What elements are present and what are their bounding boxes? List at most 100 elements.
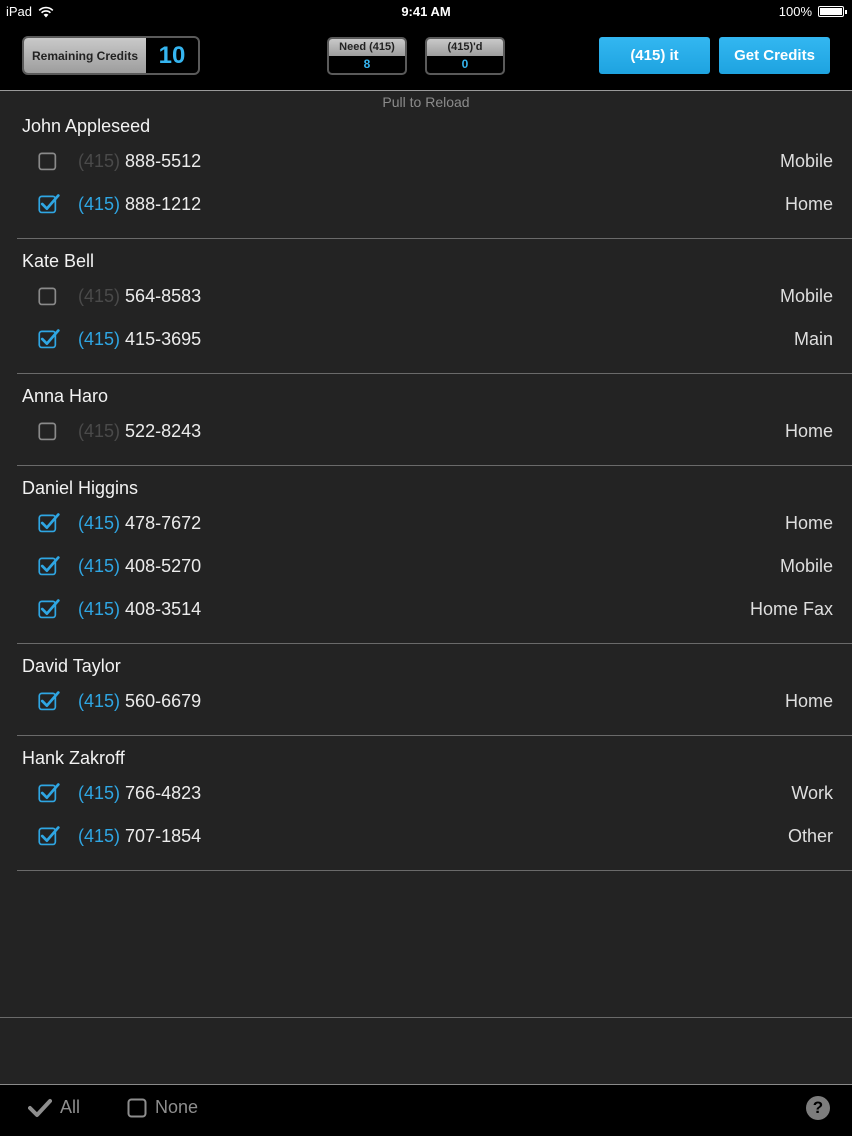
- phone-row[interactable]: (415) 415-3695 Main: [17, 318, 852, 361]
- 415-it-button[interactable]: (415) it: [599, 37, 710, 74]
- contact-name: Anna Haro: [22, 386, 109, 406]
- checked-checkbox-icon[interactable]: [38, 555, 60, 577]
- phone-row[interactable]: (415) 564-8583 Mobile: [17, 275, 852, 318]
- select-all-button[interactable]: All: [28, 1097, 80, 1118]
- pull-to-reload: Pull to Reload: [382, 94, 470, 110]
- phone-number: (415) 522-8243: [78, 421, 201, 442]
- contact-group: John Appleseed (415) 888-5512 Mobile (415) …: [17, 112, 852, 239]
- phone-number: (415) 564-8583: [78, 286, 201, 307]
- phone-digits: 560-6679: [125, 691, 202, 711]
- phone-type: Home: [784, 513, 833, 533]
- phone-type: Main: [793, 329, 833, 349]
- toolbar: Remaining Credits 10 Need (415) 8 (415)'…: [0, 24, 852, 90]
- contact-group: Daniel Higgins (415) 478-7672 Home (415) 40…: [17, 474, 852, 644]
- phone-row[interactable]: (415) 522-8243 Home: [17, 410, 852, 453]
- phone-number: (415) 408-3514: [78, 599, 201, 620]
- phone-number: (415) 707-1854: [78, 826, 201, 847]
- phone-digits: 888-1212: [125, 194, 202, 214]
- contact-name: Hank Zakroff: [22, 748, 125, 768]
- battery-percent: 100%: [778, 4, 812, 19]
- remaining-credits-value: 10: [158, 41, 186, 69]
- checked-checkbox-icon[interactable]: [38, 328, 60, 350]
- checkbox-icon[interactable]: [38, 285, 60, 307]
- phone-row[interactable]: (415) 766-4823 Work: [17, 772, 852, 815]
- phone-digits: 766-4823: [125, 783, 202, 803]
- area-code: (415): [78, 151, 121, 171]
- area-code: (415): [78, 513, 121, 533]
- phone-digits: 415-3695: [125, 329, 202, 349]
- contact-list[interactable]: John Appleseed (415) 888-5512 Mobile (415) …: [0, 112, 852, 879]
- need-counter-value: 8: [363, 57, 371, 71]
- area-code: (415): [78, 783, 121, 803]
- phone-digits: 564-8583: [125, 286, 202, 306]
- select-all-label: All: [60, 1097, 81, 1117]
- phone-row[interactable]: (415) 408-5270 Mobile: [17, 545, 852, 588]
- battery-icon: [818, 6, 847, 17]
- get-credits-button[interactable]: Get Credits: [719, 37, 830, 74]
- phone-number: (415) 478-7672: [78, 513, 201, 534]
- phone-number: (415) 408-5270: [78, 556, 201, 577]
- checked-checkbox-icon[interactable]: [38, 782, 60, 804]
- checked-checkbox-icon[interactable]: [38, 825, 60, 847]
- phone-digits: 888-5512: [125, 151, 202, 171]
- phone-number: (415) 415-3695: [78, 329, 201, 350]
- phone-type: Home: [784, 421, 833, 441]
- contact-group: Anna Haro (415) 522-8243 Home: [17, 382, 852, 466]
- need-counter-label: Need (415): [329, 39, 405, 56]
- contact-name: John Appleseed: [22, 116, 151, 136]
- phone-type: Mobile: [779, 286, 833, 306]
- checkbox-icon[interactable]: [38, 420, 60, 442]
- phone-row[interactable]: (415) 707-1854 Other: [17, 815, 852, 858]
- need-counter: Need (415) 8: [327, 37, 407, 75]
- checked-checkbox-icon[interactable]: [38, 690, 60, 712]
- contact-group: Kate Bell (415) 564-8583 Mobile (415) 415-3…: [17, 247, 852, 374]
- checkmark-icon: [28, 1098, 52, 1117]
- help-icon[interactable]: ?: [806, 1096, 830, 1120]
- checked-checkbox-icon[interactable]: [38, 512, 60, 534]
- phone-digits: 522-8243: [125, 421, 202, 441]
- checked-checkbox-icon[interactable]: [38, 193, 60, 215]
- checkbox-icon[interactable]: [38, 150, 60, 172]
- phone-digits: 408-5270: [125, 556, 202, 576]
- phone-number: (415) 560-6679: [78, 691, 201, 712]
- phone-number: (415) 888-5512: [78, 151, 201, 172]
- area-code: (415): [78, 286, 121, 306]
- phone-digits: 408-3514: [125, 599, 202, 619]
- remaining-credits: Remaining Credits 10: [22, 36, 200, 75]
- done-counter-value: 0: [461, 57, 469, 71]
- area-code: (415): [78, 421, 121, 441]
- area-code: (415): [78, 556, 121, 576]
- toolbar-divider: [0, 90, 852, 91]
- phone-number: (415) 888-1212: [78, 194, 201, 215]
- contact-name: Kate Bell: [22, 251, 95, 271]
- phone-type: Work: [791, 783, 833, 803]
- area-code: (415): [78, 329, 121, 349]
- select-none-button[interactable]: None: [127, 1097, 198, 1118]
- phone-digits: 707-1854: [125, 826, 202, 846]
- area-code: (415): [78, 194, 121, 214]
- contact-group: Hank Zakroff (415) 766-4823 Work (415) 707-…: [17, 744, 852, 871]
- area-code: (415): [78, 691, 121, 711]
- checked-checkbox-icon[interactable]: [38, 598, 60, 620]
- phone-number: (415) 766-4823: [78, 783, 201, 804]
- footer-divider: [0, 1017, 852, 1018]
- phone-type: Mobile: [779, 556, 833, 576]
- area-code: (415): [78, 599, 121, 619]
- phone-row[interactable]: (415) 888-5512 Mobile: [17, 140, 852, 183]
- phone-row[interactable]: (415) 560-6679 Home: [17, 680, 852, 723]
- phone-digits: 478-7672: [125, 513, 202, 533]
- phone-row[interactable]: (415) 408-3514 Home Fax: [17, 588, 852, 631]
- contact-name: David Taylor: [22, 656, 121, 676]
- bottom-bar: All None ?: [0, 1084, 852, 1136]
- clock: 9:41 AM: [401, 4, 451, 19]
- done-counter: (415)'d 0: [425, 37, 505, 75]
- phone-type: Home: [784, 691, 833, 711]
- select-none-label: None: [155, 1097, 199, 1117]
- contact-name: Daniel Higgins: [22, 478, 139, 498]
- phone-type: Home: [784, 194, 833, 214]
- phone-row[interactable]: (415) 888-1212 Home: [17, 183, 852, 226]
- area-code: (415): [78, 826, 121, 846]
- remaining-credits-label: Remaining Credits: [24, 38, 146, 73]
- phone-row[interactable]: (415) 478-7672 Home: [17, 502, 852, 545]
- done-counter-label: (415)'d: [427, 39, 503, 56]
